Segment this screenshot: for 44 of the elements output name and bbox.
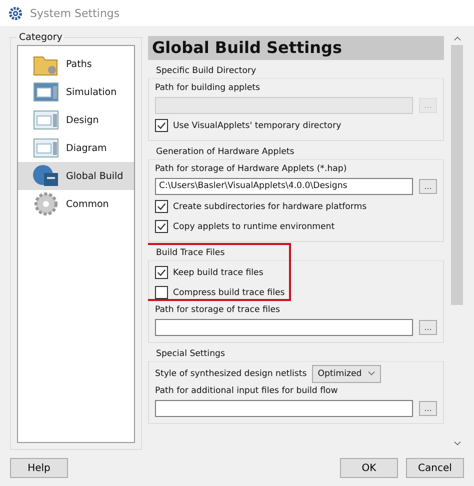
field-label: Path for storage of Hardware Applets (*.hap) — [155, 163, 348, 175]
checkbox-label: Compress build trace files — [173, 288, 285, 298]
browse-button[interactable]: ... — [419, 320, 437, 335]
group-title: Special Settings — [156, 349, 226, 361]
gear-icon — [8, 6, 23, 20]
group-title: Category — [18, 32, 64, 43]
checkbox-label: Keep build trace files — [173, 268, 264, 278]
dropdown[interactable]: Optimized — [312, 364, 381, 382]
checkbox-label: Create subdirectories for hardware platforms — [173, 202, 367, 212]
scroll-up-icon[interactable] — [454, 36, 460, 41]
checkbox-label: Copy applets to runtime environment — [173, 222, 335, 232]
group-title: Build Trace Files — [156, 248, 226, 260]
window-title: System Settings — [30, 6, 120, 20]
field-label: Style of synthesized design netlists — [155, 368, 307, 378]
group-title: Specific Build Directory — [156, 66, 258, 78]
category-item[interactable]: Design — [18, 106, 134, 134]
path-field[interactable] — [155, 400, 413, 417]
group-title: Generation of Hardware Applets — [156, 147, 296, 159]
gear-icon — [32, 191, 60, 217]
category-item[interactable]: Diagram — [18, 134, 134, 162]
category-item[interactable]: Simulation — [18, 78, 134, 106]
checkbox[interactable] — [155, 200, 168, 213]
category-item[interactable]: Common — [18, 190, 134, 218]
path-field[interactable]: C:\Users\Basler\VisualApplets\4.0.0\Designs — [155, 178, 413, 195]
field-label: Path for building applets — [155, 82, 262, 94]
browse-button[interactable]: ... — [419, 179, 437, 194]
category-item[interactable]: Paths — [18, 50, 134, 78]
path-field[interactable] — [155, 319, 413, 336]
cancel-button[interactable]: Cancel — [406, 458, 464, 478]
field-label: Path for storage of trace files — [155, 304, 282, 316]
ok-button[interactable]: OK — [340, 458, 398, 478]
checkbox-label: Use VisualApplets' temporary directory — [173, 120, 342, 130]
field-label: Path for additional input files for build flow — [155, 385, 339, 397]
checkbox[interactable] — [155, 119, 168, 132]
checkbox[interactable] — [155, 220, 168, 233]
help-button[interactable]: Help — [10, 458, 68, 478]
browse-button[interactable]: ... — [419, 401, 437, 416]
checkbox[interactable] — [155, 266, 168, 279]
page-heading: Global Build Settings — [148, 36, 444, 60]
category-item[interactable]: Global Build — [18, 162, 134, 190]
globe-icon — [32, 163, 60, 189]
scroll-down-icon[interactable] — [454, 441, 460, 446]
checkbox[interactable] — [155, 286, 168, 299]
caret-icon — [368, 371, 375, 376]
